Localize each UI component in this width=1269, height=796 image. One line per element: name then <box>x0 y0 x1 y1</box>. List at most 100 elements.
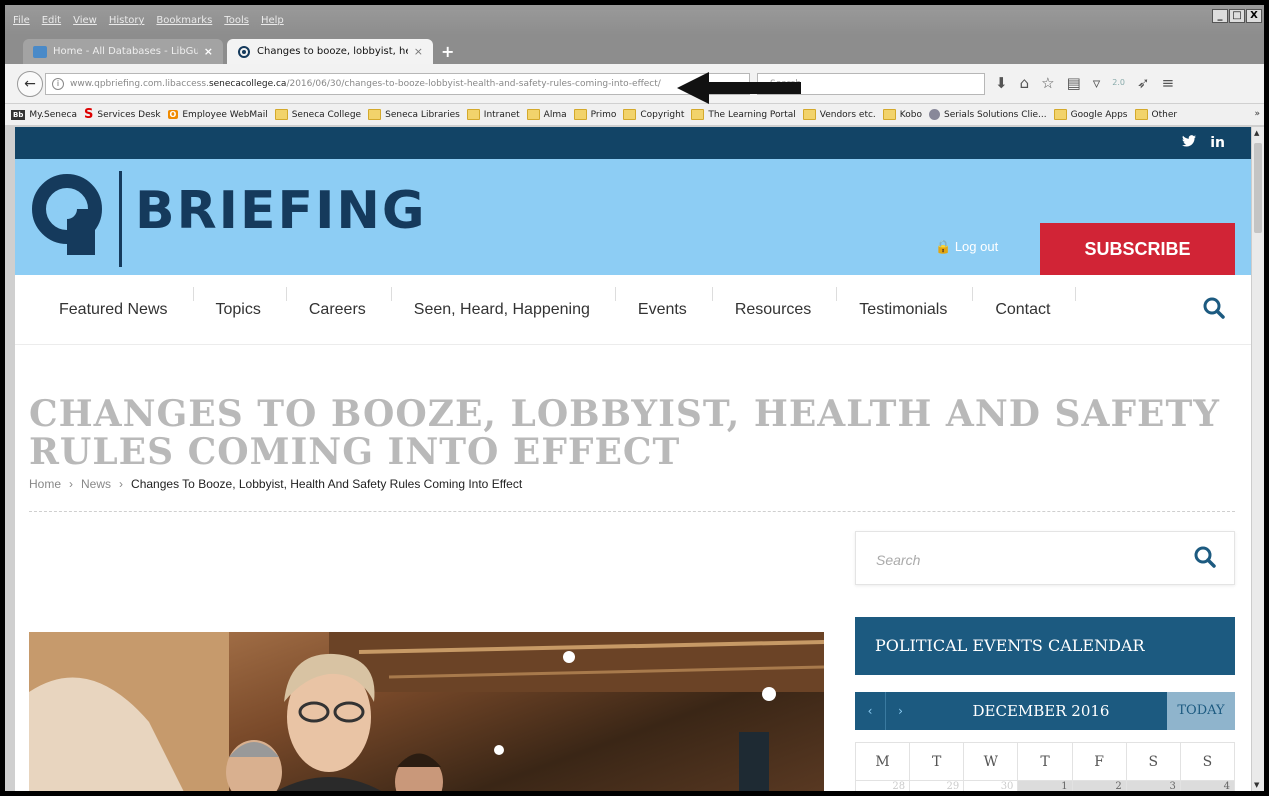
libguides-favicon-icon <box>33 45 47 58</box>
bookmark-copyright[interactable]: Copyright <box>623 109 684 120</box>
nav-testimonials[interactable]: Testimonials <box>837 286 974 319</box>
bookmark-other[interactable]: Other <box>1134 109 1177 120</box>
back-button[interactable]: ← <box>17 71 43 97</box>
breadcrumb-home[interactable]: Home <box>29 477 61 491</box>
calendar-prev-button[interactable]: ‹ <box>855 692 885 730</box>
page-viewport: in BRIEFING 🔒 Log out SUBSCRIBE Featured… <box>15 127 1251 791</box>
nav-featured-news[interactable]: Featured News <box>37 286 194 319</box>
close-tab-icon[interactable]: × <box>414 45 423 58</box>
tab-libguides[interactable]: Home - All Databases - LibGui... × <box>23 39 223 64</box>
menu-help[interactable]: Help <box>261 15 284 26</box>
menu-view[interactable]: View <box>73 15 97 26</box>
navigation-toolbar: ← i www.qpbriefing.com.libaccess. senecac… <box>5 64 1264 104</box>
download-icon[interactable]: ⬇ <box>995 74 1008 92</box>
bookmark-label: Intranet <box>483 109 520 120</box>
close-tab-icon[interactable]: × <box>204 45 213 58</box>
folder-icon <box>466 109 480 120</box>
home-icon[interactable]: ⌂ <box>1020 74 1030 92</box>
bookmark-seneca-libraries[interactable]: Seneca Libraries <box>368 109 460 120</box>
calendar-day[interactable]: 28 <box>854 780 911 791</box>
calendar-day[interactable]: 29 <box>909 780 965 791</box>
scroll-up-icon[interactable]: ▲ <box>1254 129 1259 137</box>
folder-icon <box>802 109 816 120</box>
send-icon[interactable]: ➶ <box>1137 74 1150 92</box>
menu-tools[interactable]: Tools <box>224 15 249 26</box>
bookmark-seneca-college[interactable]: Seneca College <box>274 109 361 120</box>
weekday-label: T <box>1017 742 1073 781</box>
calendar-today-button[interactable]: TODAY <box>1167 692 1235 730</box>
bookmark-myseneca[interactable]: Bb My.Seneca <box>11 109 77 120</box>
minimize-button[interactable]: _ <box>1212 9 1228 23</box>
page-scrollbar[interactable]: ▲ ▼ <box>1251 127 1264 791</box>
info-icon[interactable]: i <box>52 78 64 90</box>
tab-title: Home - All Databases - LibGui... <box>53 46 198 57</box>
calendar-day[interactable]: 1 <box>1017 780 1073 791</box>
bookmark-star-icon[interactable]: ☆ <box>1041 74 1054 92</box>
nav-seen-heard-happening[interactable]: Seen, Heard, Happening <box>392 286 617 319</box>
nav-careers[interactable]: Careers <box>287 286 392 319</box>
calendar-day[interactable]: 2 <box>1071 780 1127 791</box>
folder-icon <box>882 109 896 120</box>
nav-contact[interactable]: Contact <box>973 286 1077 319</box>
breadcrumb-current: Changes To Booze, Lobbyist, Health And S… <box>131 477 523 491</box>
search-icon[interactable] <box>1194 546 1216 568</box>
bookmark-label: The Learning Portal <box>708 109 796 120</box>
bookmark-kobo[interactable]: Kobo <box>882 109 922 120</box>
calendar-heading: POLITICAL EVENTS CALENDAR <box>855 617 1235 675</box>
nav-events[interactable]: Events <box>616 286 713 319</box>
breadcrumb-news[interactable]: News <box>81 477 111 491</box>
calendar-day[interactable]: 3 <box>1125 780 1181 791</box>
bookmark-label: Kobo <box>899 109 922 120</box>
subscribe-button[interactable]: SUBSCRIBE <box>1040 223 1235 275</box>
url-domain: senecacollege.ca <box>208 79 287 89</box>
folder-icon <box>1134 109 1148 120</box>
bookmark-alma[interactable]: Alma <box>526 109 567 120</box>
reading-list-icon[interactable]: ▤ <box>1067 74 1081 92</box>
bookmark-services-desk[interactable]: S Services Desk <box>84 108 161 121</box>
browser-window: File Edit View History Bookmarks Tools H… <box>5 5 1264 791</box>
menu-history[interactable]: History <box>109 15 145 26</box>
bookmark-vendors[interactable]: Vendors etc. <box>802 109 876 120</box>
bookmark-intranet[interactable]: Intranet <box>466 109 520 120</box>
qp-logo-icon[interactable] <box>27 171 127 267</box>
calendar-day[interactable]: 4 <box>1179 780 1236 791</box>
bookmark-learning-portal[interactable]: The Learning Portal <box>691 109 796 120</box>
url-bar[interactable]: i www.qpbriefing.com.libaccess. senecacol… <box>45 73 750 95</box>
globe-icon <box>928 109 940 120</box>
breadcrumb-separator: › <box>119 477 124 491</box>
bookmarks-overflow-button[interactable]: » <box>1254 109 1260 119</box>
search-icon[interactable] <box>1203 297 1225 319</box>
brand-wordmark[interactable]: BRIEFING <box>135 181 427 241</box>
logout-link[interactable]: 🔒 Log out <box>935 239 998 255</box>
menu-hamburger-icon[interactable]: ≡ <box>1162 74 1175 92</box>
menu-file[interactable]: File <box>13 15 30 26</box>
tab-qpbriefing[interactable]: Changes to booze, lobbyist, he... × <box>227 39 433 64</box>
zotero-icon[interactable]: 2.0 <box>1112 74 1125 92</box>
folder-icon <box>623 109 637 120</box>
calendar-day[interactable]: 30 <box>963 780 1019 791</box>
menu-bookmarks[interactable]: Bookmarks <box>156 15 212 26</box>
article-photo <box>29 632 824 791</box>
close-window-button[interactable]: X <box>1246 9 1262 23</box>
bookmark-webmail[interactable]: O Employee WebMail <box>167 110 268 120</box>
calendar-next-button[interactable]: › <box>885 692 915 730</box>
sidebar-search-input[interactable]: Search <box>855 531 1235 585</box>
bookmark-google-apps[interactable]: Google Apps <box>1053 109 1128 120</box>
twitter-icon[interactable] <box>1182 135 1197 151</box>
pocket-icon[interactable]: ▿ <box>1093 74 1101 92</box>
maximize-button[interactable]: □ <box>1229 9 1245 23</box>
scroll-down-icon[interactable]: ▼ <box>1254 781 1259 789</box>
menu-bar: File Edit View History Bookmarks Tools H… <box>5 5 1264 35</box>
divider <box>29 511 1235 512</box>
annotation-arrow-icon <box>677 72 801 104</box>
folder-icon <box>368 109 382 120</box>
new-tab-button[interactable]: + <box>441 42 454 61</box>
linkedin-icon[interactable]: in <box>1210 135 1225 151</box>
bookmark-primo[interactable]: Primo <box>573 109 616 120</box>
url-path: /2016/06/30/changes-to-booze-lobbyist-he… <box>286 79 661 89</box>
nav-topics[interactable]: Topics <box>194 286 288 319</box>
menu-edit[interactable]: Edit <box>42 15 61 26</box>
bookmark-serials-solutions[interactable]: Serials Solutions Clie... <box>928 109 1047 120</box>
scrollbar-thumb[interactable] <box>1254 143 1262 233</box>
nav-resources[interactable]: Resources <box>713 286 838 319</box>
